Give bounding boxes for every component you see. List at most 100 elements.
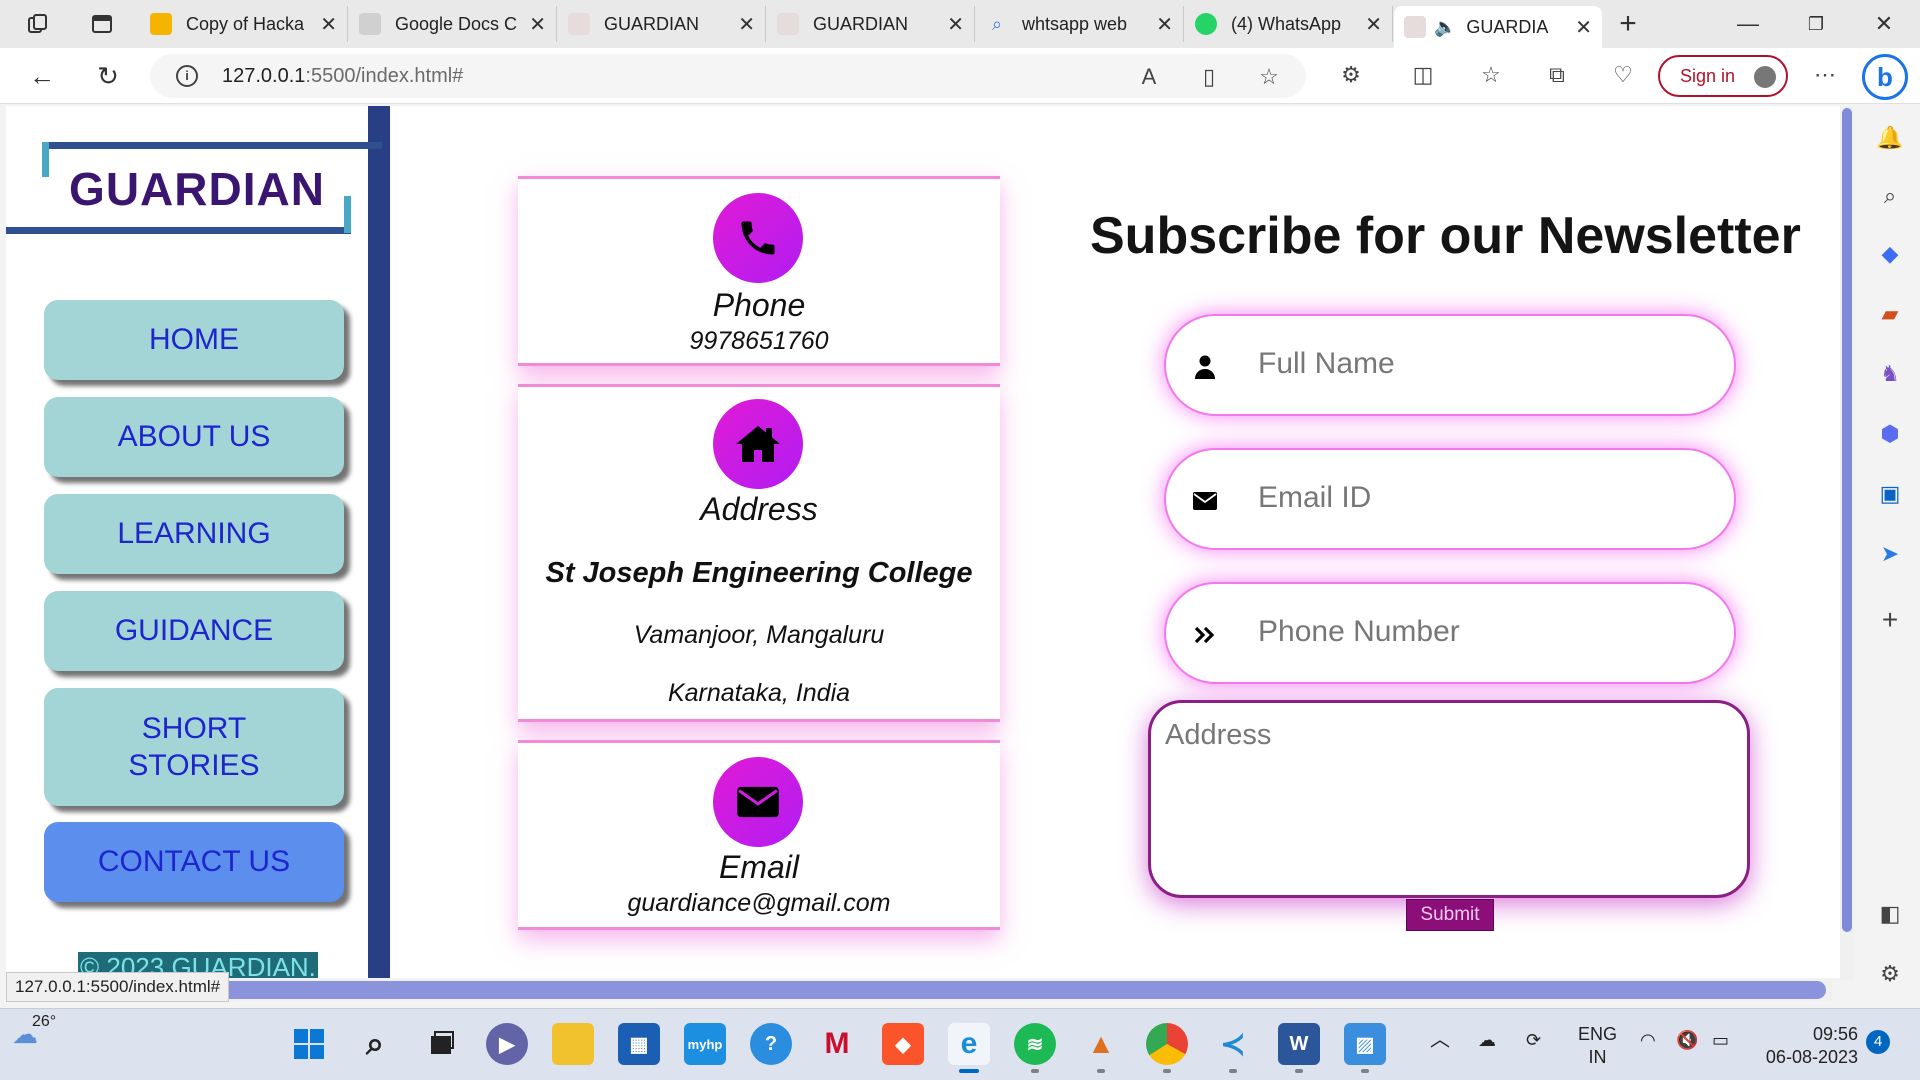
address-textarea[interactable]: Address — [1148, 700, 1750, 898]
photos-icon[interactable]: ▨ — [1344, 1023, 1386, 1073]
tab-4[interactable]: ⌕ whtsapp web ✕ — [976, 6, 1184, 42]
full-name-input[interactable]: Full Name — [1164, 314, 1736, 416]
close-tab-icon[interactable]: ✕ — [738, 12, 755, 37]
notification-badge[interactable]: 4 — [1866, 1030, 1890, 1054]
new-tab-icon[interactable]: + — [1608, 7, 1648, 40]
url-box[interactable]: i 127.0.0.1:5500/index.html# A ▯ ☆ — [150, 54, 1306, 98]
language-indicator[interactable]: ENG IN — [1578, 1023, 1617, 1070]
edge-icon[interactable]: e — [948, 1023, 990, 1073]
search-icon[interactable]: ⌕ — [354, 1023, 396, 1065]
refresh-icon[interactable]: ↻ — [92, 60, 124, 92]
sign-in-button[interactable]: Sign in — [1658, 55, 1788, 97]
restore-icon[interactable]: ❐ — [1796, 8, 1836, 40]
chrome-icon[interactable] — [1146, 1023, 1188, 1073]
microsoft-store-icon[interactable]: ▦ — [618, 1023, 660, 1065]
sidebar-settings-icon[interactable]: ⚙ — [1876, 960, 1904, 988]
minimize-icon[interactable]: — — [1728, 8, 1768, 40]
hide-sidebar-icon[interactable]: ◧ — [1876, 900, 1904, 928]
vscode-icon[interactable]: ≺ — [1212, 1023, 1254, 1073]
back-arrow-icon[interactable]: ← — [26, 60, 58, 92]
weather-widget[interactable]: ☁ 26° — [12, 1013, 56, 1050]
wifi-icon[interactable]: ◠ — [1640, 1029, 1656, 1052]
clock[interactable]: 09:56 06-08-2023 — [1758, 1023, 1858, 1070]
teams-chat-icon[interactable]: ▶ — [486, 1023, 528, 1065]
address-label: Address — [700, 491, 818, 527]
horizontal-scrollbar[interactable] — [6, 979, 1832, 1001]
vertical-scrollbar[interactable] — [1840, 106, 1854, 980]
nav-short-stories-button[interactable]: SHORT STORIES — [44, 688, 344, 806]
page-icon — [777, 13, 799, 35]
send-icon[interactable]: ➤ — [1876, 540, 1904, 568]
phone-input[interactable]: Phone Number — [1164, 582, 1736, 684]
submit-button[interactable]: Submit — [1406, 899, 1494, 931]
close-tab-icon[interactable]: ✕ — [1575, 15, 1592, 40]
browser-essentials-icon[interactable]: ♡ — [1610, 62, 1636, 88]
close-tab-icon[interactable]: ✕ — [1365, 12, 1382, 37]
nav-home-button[interactable]: HOME — [44, 300, 344, 380]
search-icon[interactable]: ⌕ — [1876, 182, 1904, 210]
favorites-icon[interactable]: ☆ — [1478, 62, 1504, 88]
more-menu-icon[interactable]: ⋯ — [1812, 62, 1838, 88]
collections-icon[interactable]: ⧉ — [1544, 62, 1570, 88]
sync-icon[interactable]: ⟳ — [1526, 1029, 1541, 1052]
tab-1[interactable]: Google Docs C ✕ — [349, 6, 557, 42]
file-explorer-icon[interactable] — [552, 1023, 594, 1065]
url-text[interactable]: 127.0.0.1:5500/index.html# — [222, 65, 463, 88]
close-tab-icon[interactable]: ✕ — [947, 12, 964, 37]
volume-muted-icon[interactable]: 🔇 — [1676, 1029, 1698, 1052]
bing-copilot-icon[interactable]: b — [1862, 54, 1908, 100]
close-tab-icon[interactable]: ✕ — [320, 12, 337, 37]
tab-0[interactable]: Copy of Hacka ✕ — [140, 6, 348, 42]
brave-icon[interactable]: ◆ — [882, 1023, 924, 1065]
nav-about-button[interactable]: ABOUT US — [44, 397, 344, 477]
nav-contact-button[interactable]: CONTACT US — [44, 822, 344, 902]
onedrive-icon[interactable]: ☁ — [1478, 1029, 1496, 1052]
read-aloud-icon[interactable]: A — [1136, 64, 1162, 90]
tab-5[interactable]: (4) WhatsApp ✕ — [1185, 6, 1393, 42]
tools-briefcase-icon[interactable]: ▰ — [1876, 300, 1904, 328]
site-logo[interactable]: GUARDIAN — [6, 142, 382, 234]
task-view-icon[interactable] — [420, 1023, 462, 1065]
email-value[interactable]: guardiance@gmail.com — [518, 889, 1000, 918]
search-icon: ⌕ — [991, 13, 1003, 34]
tab-6[interactable]: 🔈 GUARDIA ✕ — [1394, 6, 1602, 48]
spotify-icon[interactable]: ≋ — [1014, 1023, 1056, 1073]
email-input[interactable]: Email ID — [1164, 448, 1736, 550]
microsoft365-icon[interactable]: ⬢ — [1876, 420, 1904, 448]
add-sidebar-app-icon[interactable]: + — [1876, 604, 1904, 635]
split-screen-icon[interactable]: ◫ — [1410, 62, 1436, 88]
nav-guidance-button[interactable]: GUIDANCE — [44, 591, 344, 671]
start-windows-icon[interactable] — [288, 1023, 330, 1065]
matlab-icon[interactable]: ▲ — [1080, 1023, 1122, 1073]
word-icon[interactable]: W — [1278, 1023, 1320, 1073]
show-hidden-icons[interactable]: ︿ — [1430, 1027, 1450, 1053]
favorite-star-icon[interactable]: ☆ — [1256, 64, 1282, 90]
myhp-icon[interactable]: myhp — [684, 1023, 726, 1065]
scrollbar-thumb[interactable] — [6, 981, 1826, 999]
window-close-icon[interactable]: ✕ — [1864, 8, 1904, 40]
games-icon[interactable]: ♞ — [1876, 360, 1904, 388]
mcafee-icon[interactable]: M — [816, 1023, 858, 1065]
status-bar-url: 127.0.0.1:5500/index.html# — [6, 972, 230, 1002]
phone-value: 9978651760 — [689, 327, 829, 355]
tab-3[interactable]: GUARDIAN ✕ — [767, 6, 975, 42]
close-tab-icon[interactable]: ✕ — [529, 12, 546, 37]
battery-icon[interactable]: ▭ — [1712, 1029, 1729, 1052]
notification-bell-icon[interactable]: 🔔 — [1876, 124, 1904, 152]
speaker-icon[interactable]: 🔈 — [1434, 17, 1456, 38]
immersive-reader-icon[interactable]: ▯ — [1196, 64, 1222, 90]
logo-border — [42, 142, 382, 149]
shopping-tag-icon[interactable]: ◆ — [1876, 240, 1904, 268]
site-info-icon[interactable]: i — [176, 65, 198, 87]
tab-actions-icon[interactable] — [88, 10, 116, 38]
scrollbar-thumb[interactable] — [1842, 108, 1852, 932]
page-viewport: GUARDIAN HOME ABOUT US LEARNING GUIDANCE… — [6, 106, 1842, 978]
outlook-icon[interactable]: ▣ — [1876, 480, 1904, 508]
nav-learning-button[interactable]: LEARNING — [44, 494, 344, 574]
tab-2[interactable]: GUARDIAN ✕ — [558, 6, 766, 42]
workspaces-icon[interactable] — [24, 10, 52, 38]
help-icon[interactable]: ? — [750, 1023, 792, 1065]
envelope-icon — [713, 757, 803, 847]
close-tab-icon[interactable]: ✕ — [1156, 12, 1173, 37]
extensions-icon[interactable]: ⚙ — [1338, 62, 1364, 88]
